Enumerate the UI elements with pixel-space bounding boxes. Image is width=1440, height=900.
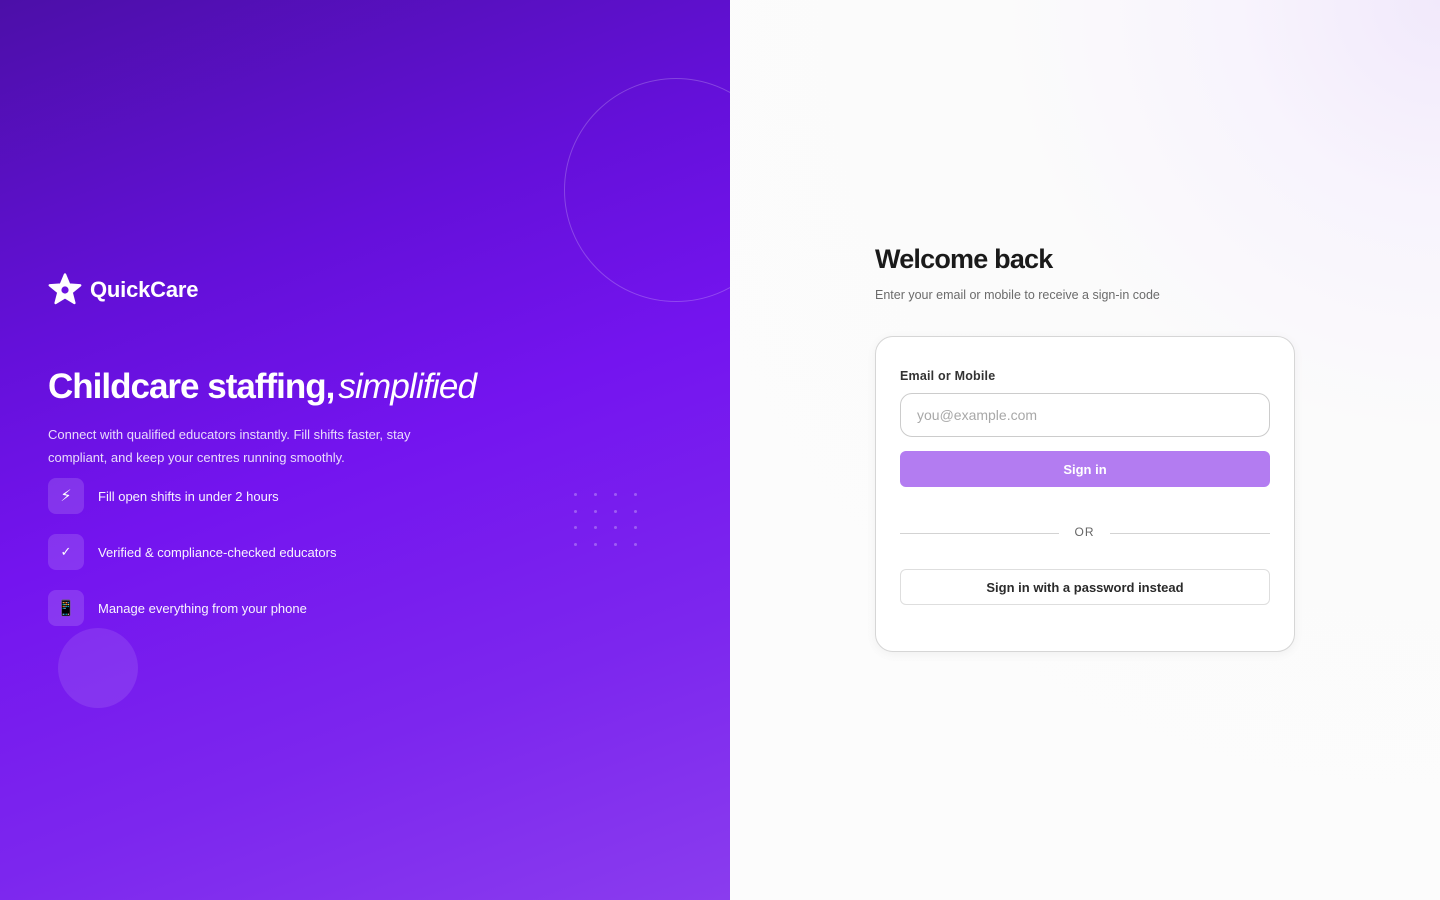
divider-line-right xyxy=(1110,533,1270,534)
email-input[interactable] xyxy=(900,393,1270,437)
page-subtitle: Enter your email or mobile to receive a … xyxy=(875,288,1160,302)
decorative-dot-grid xyxy=(574,493,644,551)
sign-in-button[interactable]: Sign in xyxy=(900,451,1270,487)
star-logo-icon xyxy=(48,273,82,307)
feature-item-fast-shifts: ⚡ Fill open shifts in under 2 hours xyxy=(48,478,279,514)
page-title: Welcome back xyxy=(875,244,1053,274)
auth-panel: Welcome back Enter your email or mobile … xyxy=(730,0,1440,900)
password-signin-button[interactable]: Sign in with a password instead xyxy=(900,569,1270,605)
decorative-circle-outline xyxy=(564,78,730,302)
brand-name: QuickCare xyxy=(90,277,199,302)
feature-text: Verified & compliance-checked educators xyxy=(98,544,337,560)
divider-or-text: OR xyxy=(1074,525,1095,539)
signin-card: Email or Mobile Sign in OR Sign in with … xyxy=(875,336,1295,652)
feature-text: Manage everything from your phone xyxy=(98,600,307,616)
hero-title-emphasis: simplified xyxy=(338,367,477,406)
hero-title: Childcare staffing, simplified xyxy=(48,366,477,408)
checkmark-icon: ✓ xyxy=(48,534,84,570)
email-field-label: Email or Mobile xyxy=(900,369,996,383)
phone-icon: 📱 xyxy=(48,590,84,626)
lightning-icon: ⚡ xyxy=(48,478,84,514)
brand-logo: QuickCare xyxy=(48,273,198,307)
feature-item-verified: ✓ Verified & compliance-checked educator… xyxy=(48,534,336,570)
hero-title-main: Childcare staffing, xyxy=(48,367,335,406)
divider-line-left xyxy=(900,533,1059,534)
decorative-circle-filled xyxy=(58,628,138,708)
hero-panel: QuickCare Childcare staffing, simplified … xyxy=(0,0,730,900)
feature-item-mobile: 📱 Manage everything from your phone xyxy=(48,590,307,626)
hero-description: Connect with qualified educators instant… xyxy=(48,427,411,465)
feature-text: Fill open shifts in under 2 hours xyxy=(98,488,279,504)
